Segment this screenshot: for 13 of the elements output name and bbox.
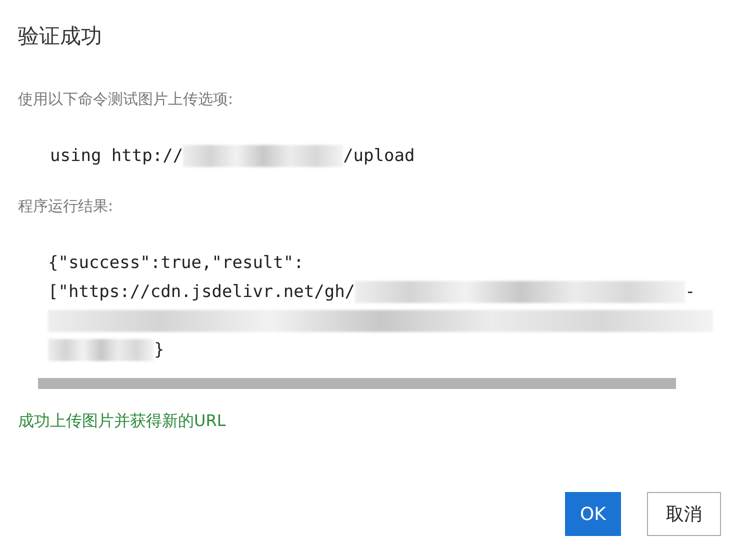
horizontal-scrollbar[interactable]: [38, 378, 676, 389]
cancel-button[interactable]: 取消: [647, 492, 721, 536]
success-message: 成功上传图片并获得新的URL: [18, 411, 227, 432]
dialog-title: 验证成功: [18, 23, 103, 50]
prompt-text: 使用以下命令测试图片上传选项:: [18, 90, 234, 109]
code-text: using http://: [50, 146, 184, 166]
code-text: -: [685, 282, 696, 302]
result-label: 程序运行结果:: [18, 197, 114, 216]
code-text: /upload: [343, 146, 415, 166]
code-text: }: [154, 340, 164, 360]
code-text: {"success":true,"result":: [48, 253, 304, 273]
code-text: ["https://cdn.jsdelivr.net/gh/: [48, 282, 356, 302]
ok-button[interactable]: OK: [565, 492, 621, 536]
